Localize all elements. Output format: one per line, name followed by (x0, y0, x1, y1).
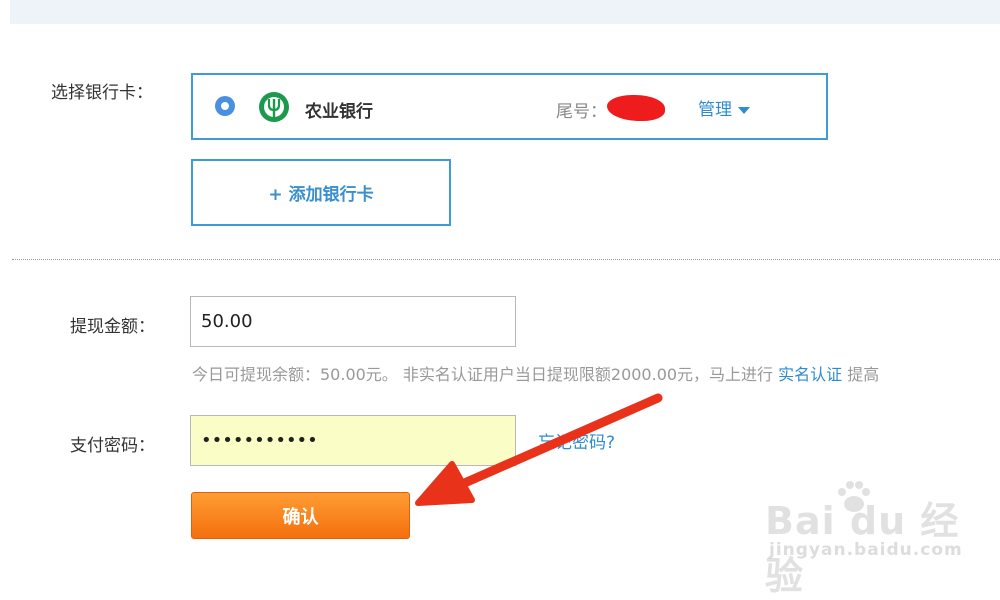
redacted-card-number (607, 95, 665, 121)
withdraw-amount-input[interactable] (190, 296, 516, 347)
baidu-watermark: Bai du 经验 jingyan.baidu.com (765, 478, 995, 598)
watermark-text: Bai du 经验 (765, 499, 960, 598)
select-bank-card-label: 选择银行卡： (51, 83, 153, 103)
forgot-password-link[interactable]: 忘记密码? (538, 428, 615, 453)
bank-card-option[interactable]: 农业银行 尾号： 管理 (191, 73, 828, 140)
payment-password-label: 支付密码： (70, 436, 155, 456)
bank-name: 农业银行 (305, 102, 373, 122)
real-name-auth-link[interactable]: 实名认证 (778, 365, 842, 384)
withdraw-hint: 今日可提现余额：50.00元。 非实名认证用户当日提现限额2000.00元，马上… (192, 361, 879, 385)
add-bank-card-button[interactable]: + 添加银行卡 (191, 159, 451, 226)
top-band (10, 0, 1000, 24)
withdraw-hint-text: 今日可提现余额：50.00元。 非实名认证用户当日提现限额2000.00元，马上… (192, 365, 779, 384)
radio-selected-icon[interactable] (215, 96, 235, 116)
payment-password-input[interactable] (190, 415, 516, 466)
watermark-url: jingyan.baidu.com (769, 540, 963, 560)
paw-icon (838, 481, 870, 512)
confirm-button[interactable]: 确认 (191, 492, 410, 539)
withdraw-hint-tail: 提高 (842, 365, 880, 384)
card-tail-label: 尾号： (556, 102, 607, 122)
caret-down-icon (738, 106, 750, 114)
manage-label: 管理 (698, 100, 732, 120)
manage-dropdown[interactable]: 管理 (698, 95, 750, 120)
section-divider (12, 259, 1000, 260)
abc-bank-logo-icon (259, 92, 289, 122)
withdraw-amount-label: 提现金额： (70, 317, 155, 337)
